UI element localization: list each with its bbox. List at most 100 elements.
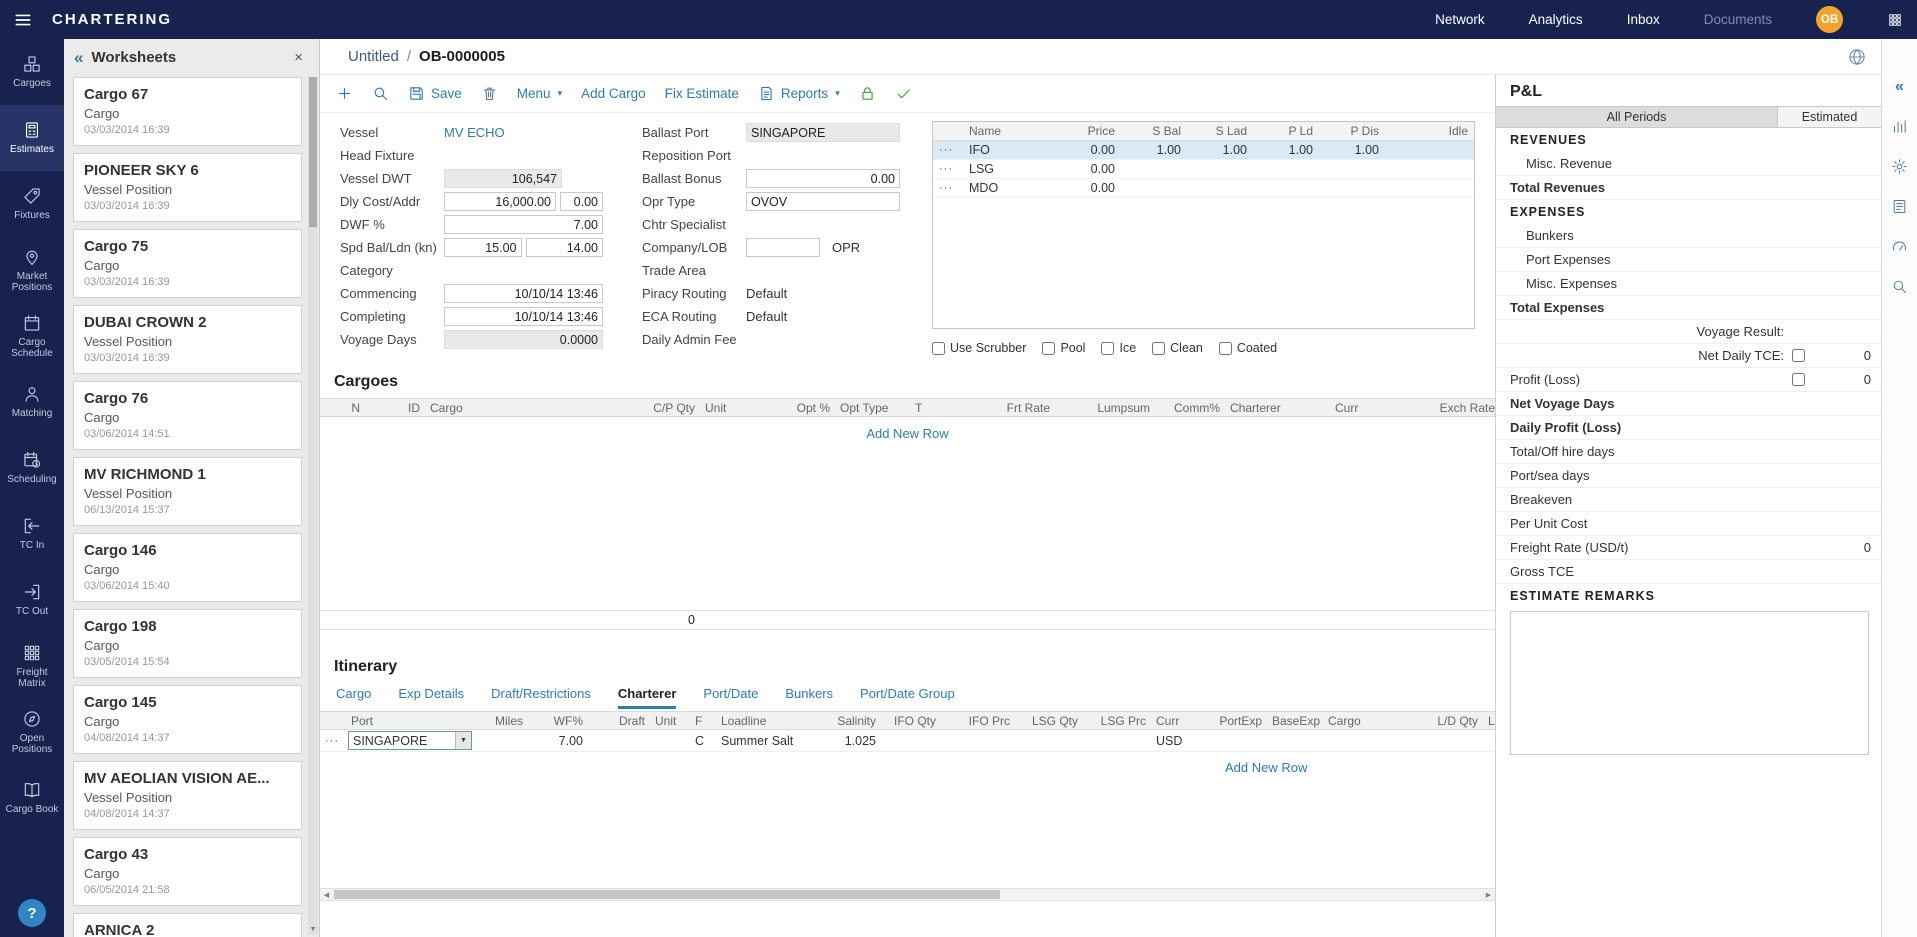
validate-check-icon[interactable] [895,85,912,102]
chtr-specialist-input[interactable] [746,215,900,234]
scroll-right-icon[interactable]: ▶ [1482,889,1495,900]
sidebar-item-scheduling[interactable]: Scheduling [0,435,64,501]
wf-cell[interactable]: 7.00 [528,734,588,748]
worksheet-card[interactable]: Cargo 145Cargo04/08/2014 14:37 [73,685,302,754]
nav-analytics[interactable]: Analytics [1529,12,1583,27]
curr-cell[interactable]: USD [1151,734,1195,748]
tab-draft-restrictions[interactable]: Draft/Restrictions [491,686,591,709]
ballast-port-input[interactable] [746,123,900,142]
worksheet-card[interactable]: MV RICHMOND 1Vessel Position06/13/2014 1… [73,457,302,526]
sidebar-item-estimates[interactable]: Estimates [0,105,64,171]
dwf-input[interactable] [444,215,603,234]
tab-bunkers[interactable]: Bunkers [785,686,833,709]
vessel-dwt-input[interactable] [444,169,562,188]
row-menu-icon[interactable]: ··· [933,182,963,194]
scrollbar-thumb[interactable] [334,890,1000,899]
itinerary-row[interactable]: ··· SINGAPORE ▼ 7.00 C Summer Salt [320,730,1495,752]
ballast-bonus-input[interactable] [746,169,900,188]
sidebar-item-tc-in[interactable]: TC In [0,501,64,567]
horizontal-scrollbar[interactable]: ◀ ▶ [320,888,1495,901]
lock-icon[interactable] [859,85,876,102]
worksheet-card[interactable]: Cargo 67Cargo03/03/2014 16:39 [73,77,302,146]
bunker-row[interactable]: ··· IFO 0.00 1.00 1.00 1.00 1.00 [933,141,1474,160]
nav-documents[interactable]: Documents [1704,12,1772,27]
opr-type-input[interactable] [746,192,900,211]
worksheet-card[interactable]: PIONEER SKY 6Vessel Position03/03/2014 1… [73,153,302,222]
bunker-row[interactable]: ··· LSG 0.00 [933,160,1474,179]
ice-checkbox[interactable]: Ice [1101,341,1136,355]
voyage-days-input[interactable] [444,330,603,349]
bunker-row[interactable]: ··· MDO 0.00 [933,179,1474,198]
coated-checkbox[interactable]: Coated [1219,341,1277,355]
sidebar-item-tc-out[interactable]: TC Out [0,567,64,633]
close-panel-icon[interactable]: × [294,50,303,65]
gauge-icon[interactable] [1891,238,1908,255]
delete-button[interactable] [481,85,498,102]
trade-area-input[interactable] [746,261,900,280]
sidebar-item-market-positions[interactable]: Market Positions [0,237,64,303]
sidebar-item-cargo-schedule[interactable]: Cargo Schedule [0,303,64,369]
daily-cost-input[interactable] [444,192,556,211]
sidebar-item-cargoes[interactable]: Cargoes [0,39,64,105]
search-icon[interactable] [1891,278,1908,295]
worksheet-card[interactable]: Cargo 146Cargo03/06/2014 15:40 [73,533,302,602]
sidebar-item-open-positions[interactable]: Open Positions [0,699,64,765]
eca-routing-value[interactable]: Default [746,309,787,324]
search-button[interactable] [372,85,389,102]
reports-button[interactable]: Reports▾ [758,85,840,102]
breadcrumb-parent[interactable]: Untitled [348,48,399,65]
worksheet-card[interactable]: DUBAI CROWN 2Vessel Position03/03/2014 1… [73,305,302,374]
nav-inbox[interactable]: Inbox [1627,12,1660,27]
nav-network[interactable]: Network [1435,12,1485,27]
port-select[interactable]: SINGAPORE ▼ [348,731,472,750]
gear-icon[interactable] [1891,158,1908,175]
report-list-icon[interactable] [1891,198,1908,215]
collapse-right-icon[interactable]: « [1895,79,1904,95]
worksheet-card[interactable]: Cargo 198Cargo03/05/2014 15:54 [73,609,302,678]
sidebar-item-cargo-book[interactable]: Cargo Book [0,765,64,831]
worksheet-card[interactable]: Cargo 75Cargo03/03/2014 16:39 [73,229,302,298]
sidebar-item-fixtures[interactable]: Fixtures [0,171,64,237]
worksheet-card[interactable]: Cargo 76Cargo03/06/2014 14:51 [73,381,302,450]
tab-charterer[interactable]: Charterer [618,686,677,709]
add-cargo-button[interactable]: Add Cargo [581,86,646,101]
tab-port-date-group[interactable]: Port/Date Group [860,686,955,709]
fix-estimate-button[interactable]: Fix Estimate [665,86,739,101]
apps-grid-icon[interactable] [1887,12,1903,28]
row-menu-icon[interactable]: ··· [933,163,963,175]
company-lob-input[interactable] [746,238,820,257]
avatar[interactable]: OB [1816,6,1843,33]
menu-button[interactable]: Menu▾ [517,86,562,101]
category-input[interactable] [444,261,603,280]
scrollbar-thumb[interactable] [309,77,317,227]
profit-loss-checkbox[interactable] [1792,373,1805,386]
worksheet-card[interactable]: ARNICA 2Vessel Position [73,913,302,937]
globe-icon[interactable] [1847,47,1867,67]
estimate-remarks-box[interactable] [1510,611,1869,755]
save-button[interactable]: Save [408,85,462,102]
tab-cargo[interactable]: Cargo [336,686,371,709]
scroll-left-icon[interactable]: ◀ [320,889,333,900]
scroll-down-icon[interactable]: ▼ [308,923,318,935]
loadline-cell[interactable]: Summer Salt [716,734,826,748]
hamburger-menu-icon[interactable] [0,0,46,39]
clean-checkbox[interactable]: Clean [1152,341,1203,355]
head-fixture-input[interactable] [444,146,603,165]
speed-ballast-input[interactable] [444,238,522,257]
row-menu-icon[interactable]: ··· [320,735,346,747]
vessel-link[interactable]: MV ECHO [444,125,505,140]
help-button[interactable]: ? [18,899,46,927]
salinity-cell[interactable]: 1.025 [826,734,881,748]
tab-port-date[interactable]: Port/Date [703,686,758,709]
add-cargo-row-link[interactable]: Add New Row [866,426,948,441]
add-itinerary-row-link[interactable]: Add New Row [1225,760,1307,775]
combo-arrow-icon[interactable]: ▼ [455,732,471,749]
tab-estimated[interactable]: Estimated [1777,107,1881,127]
pool-checkbox[interactable]: Pool [1042,341,1085,355]
tab-all-periods[interactable]: All Periods [1496,107,1777,127]
f-cell[interactable]: C [690,734,716,748]
chart-icon[interactable] [1891,118,1908,135]
worksheets-scrollbar[interactable]: ▼ [308,77,318,935]
completing-input[interactable] [444,307,603,326]
worksheet-card[interactable]: Cargo 43Cargo06/05/2014 21:58 [73,837,302,906]
